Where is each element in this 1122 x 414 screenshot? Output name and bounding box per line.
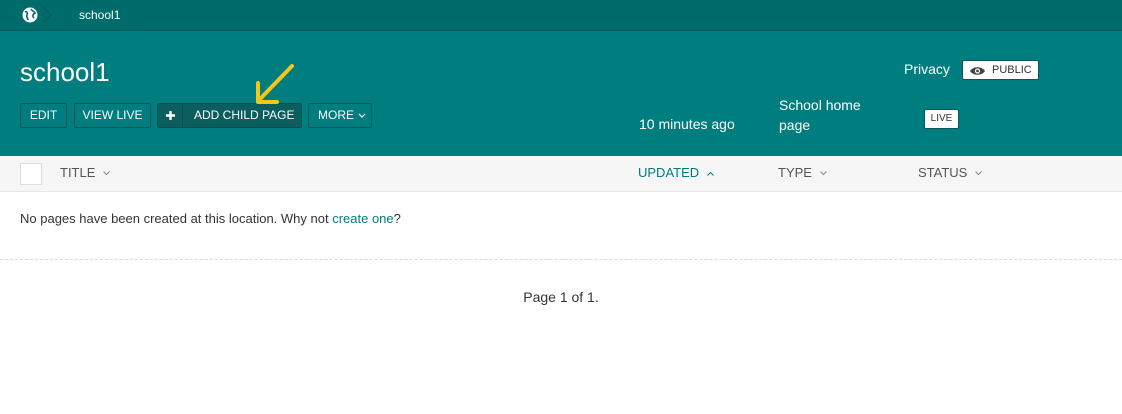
eye-icon: [970, 67, 985, 75]
globe-icon[interactable]: [22, 7, 38, 23]
column-status-label: STATUS: [918, 165, 968, 180]
privacy-public-button[interactable]: PUBLIC: [962, 60, 1039, 80]
breadcrumb: school1: [0, 0, 1122, 31]
page-header: school1 EDIT VIEW LIVE ADD CHILD PAGE MO…: [0, 31, 1122, 156]
select-all-checkbox[interactable]: [20, 163, 42, 185]
column-type-label: TYPE: [778, 165, 812, 180]
chevron-up-icon: [706, 171, 714, 176]
edit-button[interactable]: EDIT: [20, 103, 67, 128]
chevron-right-icon: [42, 6, 53, 24]
column-title-label: TITLE: [60, 165, 96, 180]
view-live-button[interactable]: VIEW LIVE: [74, 103, 151, 128]
create-one-link[interactable]: create one: [332, 211, 393, 226]
pagination-text: Page 1 of 1.: [523, 289, 599, 305]
plus-icon: [158, 104, 183, 127]
empty-message-text: No pages have been created at this locat…: [20, 211, 333, 226]
page-title: school1: [20, 57, 110, 87]
empty-message-suffix: ?: [393, 211, 401, 226]
divider: [0, 259, 1122, 260]
breadcrumb-current[interactable]: school1: [79, 8, 120, 22]
column-type[interactable]: TYPE: [778, 165, 827, 180]
column-updated-label: UPDATED: [638, 165, 700, 180]
table-header: TITLE UPDATED TYPE STATUS: [0, 156, 1122, 192]
more-label: MORE: [318, 108, 354, 122]
page-type-value: School home page: [779, 97, 861, 133]
column-updated[interactable]: UPDATED: [638, 165, 714, 180]
add-child-page-label: ADD CHILD PAGE: [194, 108, 295, 122]
chevron-down-icon: [819, 171, 827, 176]
chevron-down-icon: [975, 171, 982, 176]
chevron-down-icon: [103, 171, 110, 176]
arrow-down-left-icon: [256, 64, 294, 104]
add-child-page-button[interactable]: ADD CHILD PAGE: [157, 103, 302, 128]
empty-state-message: No pages have been created at this locat…: [20, 211, 401, 226]
column-title[interactable]: TITLE: [60, 165, 110, 180]
chevron-down-icon: [358, 113, 366, 118]
privacy-label: Privacy: [904, 61, 950, 77]
more-button[interactable]: MORE: [308, 103, 372, 128]
public-badge-label: PUBLIC: [992, 64, 1032, 76]
column-status[interactable]: STATUS: [918, 165, 982, 180]
updated-value: 10 minutes ago: [639, 116, 735, 132]
status-badge[interactable]: LIVE: [924, 109, 959, 129]
